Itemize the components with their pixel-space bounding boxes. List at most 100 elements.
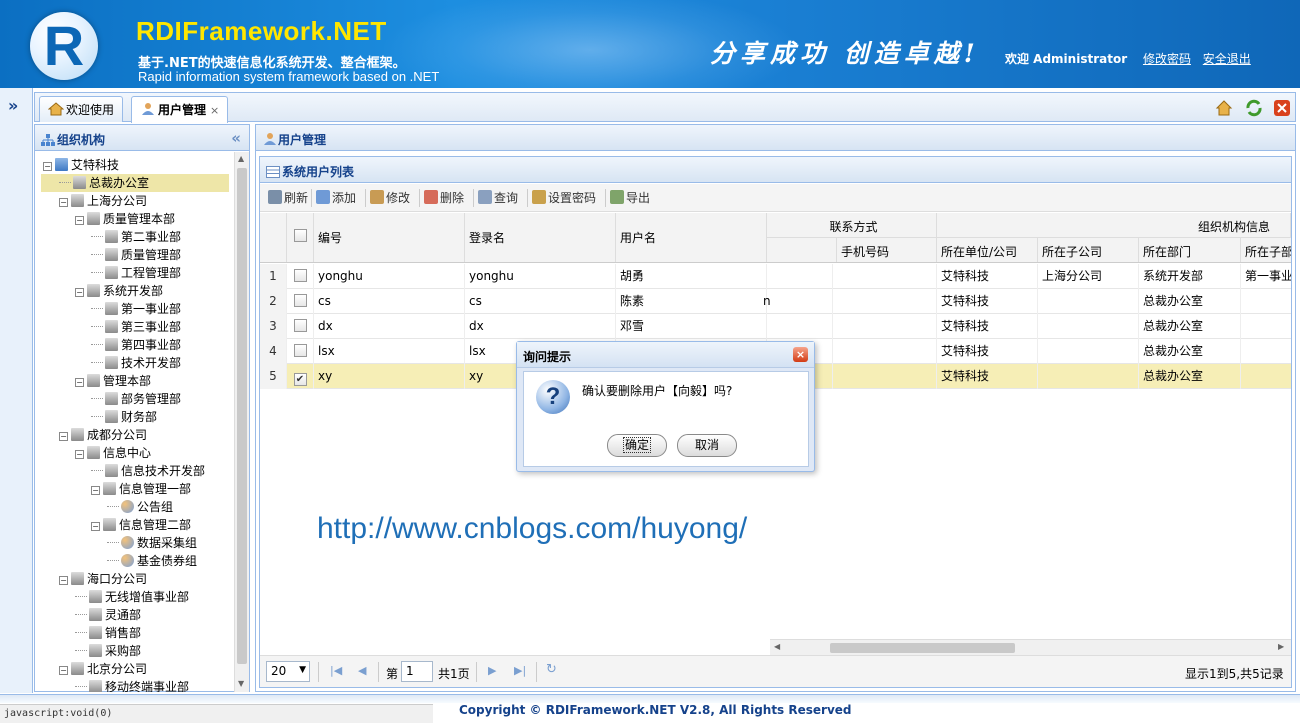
tree-node[interactable]: 第二事业部 xyxy=(91,228,181,246)
collapse-toggle-icon[interactable]: − xyxy=(75,450,84,459)
close-all-icon[interactable] xyxy=(1273,99,1291,117)
tree-node[interactable]: 采购部 xyxy=(75,642,141,660)
collapse-toggle-icon[interactable]: − xyxy=(59,666,68,675)
tab-close-icon[interactable]: × xyxy=(210,104,219,117)
row-checkbox[interactable] xyxy=(293,319,307,332)
col-header-login[interactable]: 登录名 xyxy=(465,213,616,262)
tree-node[interactable]: − 成都分公司 xyxy=(59,426,147,444)
tree-node[interactable]: 信息技术开发部 xyxy=(91,462,205,480)
collapse-toggle-icon[interactable]: − xyxy=(91,486,100,495)
table-row[interactable]: 2 cs cs 陈素 n 艾特科技 总裁办公室 xyxy=(260,289,1291,314)
page-size-select[interactable]: 20 ▼ xyxy=(266,661,310,682)
tree-node[interactable]: 基金债券组 xyxy=(107,552,197,570)
collapse-toggle-icon[interactable]: − xyxy=(75,288,84,297)
col-header-subdepartment[interactable]: 所在子部 xyxy=(1241,238,1291,262)
tree-node[interactable]: 质量管理部 xyxy=(91,246,181,264)
last-page-icon[interactable]: ▶| xyxy=(514,664,526,677)
tree-node[interactable]: 技术开发部 xyxy=(91,354,181,372)
col-header-username[interactable]: 用户名 xyxy=(616,213,767,262)
grid-hscrollbar[interactable]: ◀ ▶ xyxy=(770,639,1291,655)
first-page-icon[interactable]: |◀ xyxy=(330,664,342,677)
tree-node[interactable]: − 上海分公司 xyxy=(59,192,147,210)
home-icon[interactable] xyxy=(1215,99,1233,117)
col-header-department[interactable]: 所在部门 xyxy=(1139,238,1241,262)
expand-icon[interactable]: » xyxy=(8,96,18,115)
tree-node[interactable]: 总裁办公室 xyxy=(41,174,229,192)
change-password-link[interactable]: 修改密码 xyxy=(1143,52,1191,66)
collapse-icon[interactable]: « xyxy=(231,129,241,147)
tab-welcome[interactable]: 欢迎使用 xyxy=(39,96,124,122)
row-checkbox[interactable] xyxy=(293,269,307,282)
tree-node[interactable]: 公告组 xyxy=(107,498,173,516)
tree-node[interactable]: − 海口分公司 xyxy=(59,570,147,588)
collapse-toggle-icon[interactable]: − xyxy=(75,378,84,387)
col-header-code[interactable]: 编号 xyxy=(314,213,465,262)
tree-node[interactable]: − 质量管理本部 xyxy=(75,210,175,228)
col-header-mobile[interactable]: 手机号码 xyxy=(837,238,937,262)
tree-node[interactable]: − 信息管理一部 xyxy=(91,480,191,498)
toolbar-button-edit[interactable]: 修改 xyxy=(370,189,410,207)
table-row[interactable]: 3 dx dx 邓雪 艾特科技 总裁办公室 xyxy=(260,314,1291,339)
tree-node-label: 信息中心 xyxy=(103,446,152,460)
tree-node[interactable]: − 北京分公司 xyxy=(59,660,147,678)
toolbar-button-delete[interactable]: 删除 xyxy=(424,189,464,207)
dialog-close-icon[interactable]: × xyxy=(793,347,808,362)
building-icon xyxy=(105,356,118,369)
collapse-toggle-icon[interactable]: − xyxy=(59,432,68,441)
row-checkbox[interactable] xyxy=(293,294,307,307)
tree-node[interactable]: − 艾特科技 xyxy=(43,156,119,174)
tree-node[interactable]: 数据采集组 xyxy=(107,534,197,552)
tree-scrollbar[interactable]: ▲ ▼ xyxy=(234,152,249,692)
collapse-toggle-icon[interactable]: − xyxy=(59,198,68,207)
tree-node[interactable]: 部务管理部 xyxy=(91,390,181,408)
row-checkbox[interactable]: ✔ xyxy=(293,373,307,386)
reload-icon[interactable]: ↻ xyxy=(546,662,557,677)
page-number-input[interactable]: 1 xyxy=(401,661,433,682)
tab-user-management[interactable]: 用户管理 × xyxy=(131,96,229,123)
org-tree-header: 组织机构 « xyxy=(35,125,249,151)
tree-scroll-thumb[interactable] xyxy=(237,168,247,664)
toolbar-button-refresh[interactable]: 刷新 xyxy=(268,189,308,207)
scroll-up-icon[interactable]: ▲ xyxy=(238,154,244,163)
key-icon xyxy=(532,190,546,204)
next-page-icon[interactable]: ▶ xyxy=(488,664,496,677)
dialog-ok-button[interactable]: 确定 xyxy=(607,434,667,457)
tree-node[interactable]: 第四事业部 xyxy=(91,336,181,354)
col-header-company[interactable]: 所在单位/公司 xyxy=(937,238,1038,262)
refresh-icon[interactable] xyxy=(1245,99,1263,117)
tree-node[interactable]: 第三事业部 xyxy=(91,318,181,336)
collapse-toggle-icon[interactable]: − xyxy=(43,162,52,171)
toolbar-button-add-user[interactable]: 添加 xyxy=(316,189,356,207)
hscroll-thumb[interactable] xyxy=(830,643,1015,653)
scroll-down-icon[interactable]: ▼ xyxy=(238,679,244,688)
row-checkbox[interactable] xyxy=(293,344,307,357)
tree-node[interactable]: − 信息中心 xyxy=(75,444,151,462)
select-all-checkbox[interactable] xyxy=(293,229,307,242)
tree-node[interactable]: 无线增值事业部 xyxy=(75,588,189,606)
prev-page-icon[interactable]: ◀ xyxy=(358,664,366,677)
tree-node[interactable]: 工程管理部 xyxy=(91,264,181,282)
tree-node[interactable]: − 信息管理二部 xyxy=(91,516,191,534)
scroll-right-icon[interactable]: ▶ xyxy=(1278,642,1284,651)
toolbar-button-export[interactable]: 导出 xyxy=(610,189,650,207)
tree-node[interactable]: 第一事业部 xyxy=(91,300,181,318)
col-header-subcompany[interactable]: 所在子公司 xyxy=(1038,238,1139,262)
collapse-toggle-icon[interactable]: − xyxy=(91,522,100,531)
tree-node[interactable]: − 系统开发部 xyxy=(75,282,163,300)
col-header-contact-hidden[interactable] xyxy=(767,238,837,262)
tree-node[interactable]: 财务部 xyxy=(91,408,157,426)
logout-link[interactable]: 安全退出 xyxy=(1203,52,1251,66)
tree-node-label: 公告组 xyxy=(137,500,174,514)
collapse-toggle-icon[interactable]: − xyxy=(75,216,84,225)
dialog-cancel-button[interactable]: 取消 xyxy=(677,434,737,457)
table-row[interactable]: 1 yonghu yonghu 胡勇 艾特科技 上海分公司 系统开发部 第一事业 xyxy=(260,264,1291,289)
scroll-left-icon[interactable]: ◀ xyxy=(774,642,780,651)
toolbar-button-search[interactable]: 查询 xyxy=(478,189,518,207)
tree-node[interactable]: 移动终端事业部 xyxy=(75,678,189,692)
toolbar-button-key[interactable]: 设置密码 xyxy=(532,189,596,207)
collapse-toggle-icon[interactable]: − xyxy=(59,576,68,585)
tree-node[interactable]: 灵通部 xyxy=(75,606,141,624)
tree-node[interactable]: 销售部 xyxy=(75,624,141,642)
tree-node[interactable]: − 管理本部 xyxy=(75,372,151,390)
add-user-icon xyxy=(316,190,330,204)
